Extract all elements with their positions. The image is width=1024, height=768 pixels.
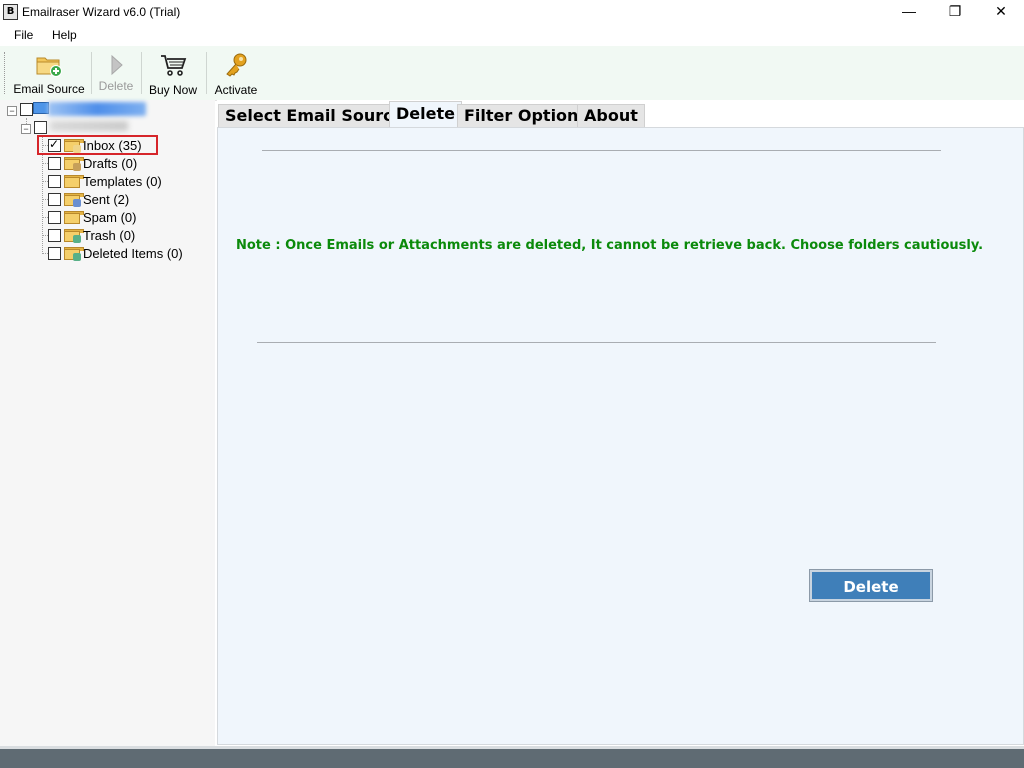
delete-button[interactable]: Delete [809, 569, 933, 602]
tree-item-spam[interactable]: Spam (0) [48, 210, 208, 228]
delete-tab-content: Note : Once Emails or Attachments are de… [217, 127, 1024, 745]
account-name-redacted [48, 102, 146, 116]
tab-strip: Select Email Source Delete Filter Option… [217, 100, 1024, 128]
trash-checkbox[interactable] [48, 229, 61, 242]
tree-item-sent[interactable]: Sent (2) [48, 192, 208, 210]
spam-folder-icon [64, 211, 84, 224]
minimize-button[interactable]: — [886, 0, 932, 24]
deleted-items-checkbox[interactable] [48, 247, 61, 260]
templates-label: Templates (0) [83, 174, 162, 189]
cart-icon [161, 55, 187, 76]
tree-item-templates[interactable]: Templates (0) [48, 174, 208, 192]
email-source-label: Email Source [13, 82, 85, 96]
divider [262, 150, 941, 151]
deleted-items-label: Deleted Items (0) [83, 246, 183, 261]
templates-folder-icon [64, 175, 84, 188]
spam-label: Spam (0) [83, 210, 137, 225]
delete-toolbar-button[interactable]: Delete [94, 46, 138, 100]
menu-file[interactable]: File [14, 28, 33, 42]
tab-delete[interactable]: Delete [389, 101, 462, 128]
tab-filter-options[interactable]: Filter Options [457, 104, 595, 127]
sent-folder-icon [64, 193, 84, 207]
menu-help[interactable]: Help [52, 28, 77, 42]
toolbar: Email Source Delete Buy Now Activate [0, 46, 1024, 101]
close-button[interactable]: ✕ [978, 0, 1024, 24]
app-icon: B [3, 4, 18, 20]
account-sub-redacted [50, 121, 128, 131]
buy-now-button[interactable]: Buy Now [144, 46, 202, 100]
sent-label: Sent (2) [83, 192, 130, 207]
account-checkbox[interactable] [34, 121, 47, 134]
trash-label: Trash (0) [83, 228, 136, 243]
spam-checkbox[interactable] [48, 211, 61, 224]
toolbar-separator [141, 52, 142, 94]
buy-now-label: Buy Now [148, 83, 198, 97]
status-bar [0, 746, 1024, 768]
drafts-folder-icon [64, 157, 84, 171]
inbox-highlight-annotation [37, 135, 158, 155]
activate-label: Activate [214, 83, 258, 97]
warning-note: Note : Once Emails or Attachments are de… [236, 238, 984, 253]
maximize-button[interactable]: ❐ [932, 0, 978, 24]
toolbar-separator [91, 52, 92, 94]
divider [257, 342, 936, 343]
root-expand-toggle[interactable]: − [7, 106, 17, 116]
account-expand-toggle[interactable]: − [21, 124, 31, 134]
key-icon [226, 53, 247, 77]
email-source-button[interactable]: Email Source [10, 46, 88, 100]
menu-bar: File Help [0, 24, 1024, 46]
root-checkbox[interactable] [20, 103, 33, 116]
window-title: Emailraser Wizard v6.0 (Trial) [22, 5, 181, 19]
activate-button[interactable]: Activate [210, 46, 262, 100]
tree-item-deleted-items[interactable]: Deleted Items (0) [48, 246, 208, 264]
folder-add-icon [36, 57, 62, 77]
play-icon [111, 54, 123, 76]
title-bar: B Emailraser Wizard v6.0 (Trial) — ❐ ✕ [0, 0, 1024, 24]
tab-about[interactable]: About [577, 104, 645, 127]
sent-checkbox[interactable] [48, 193, 61, 206]
drafts-label: Drafts (0) [83, 156, 138, 171]
deleted-items-folder-icon [64, 247, 84, 261]
tree-item-drafts[interactable]: Drafts (0) [48, 156, 208, 174]
templates-checkbox[interactable] [48, 175, 61, 188]
tree-item-trash[interactable]: Trash (0) [48, 228, 208, 246]
computer-icon [33, 102, 49, 114]
trash-folder-icon [64, 229, 84, 243]
status-bar-top-border [0, 746, 1024, 749]
toolbar-grip [4, 52, 7, 94]
delete-toolbar-label: Delete [98, 79, 134, 93]
toolbar-separator [206, 52, 207, 94]
tab-select-email-source[interactable]: Select Email Source [218, 104, 411, 127]
drafts-checkbox[interactable] [48, 157, 61, 170]
